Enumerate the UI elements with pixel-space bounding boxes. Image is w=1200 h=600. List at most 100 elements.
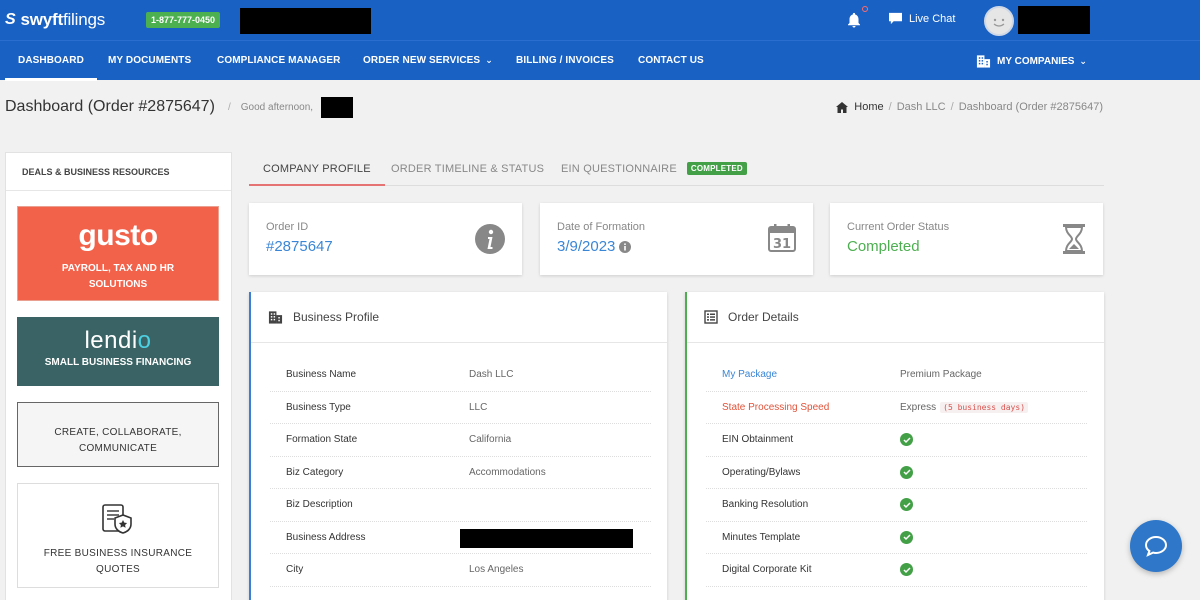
logo-mark: S	[5, 11, 16, 28]
chat-bubble-icon	[889, 12, 902, 25]
check-circle-icon	[900, 530, 913, 544]
swyftfilings-logo[interactable]: S swyft filings	[5, 10, 105, 30]
phone-number-badge[interactable]: 1-877-777-0450	[146, 12, 221, 28]
row-status	[900, 530, 913, 545]
lendio-logo: lendio	[17, 327, 219, 355]
nav-contact-us[interactable]: CONTACT US	[638, 41, 704, 81]
insure-desc-line-1: FREE BUSINESS INSURANCE	[43, 548, 193, 559]
nav-dashboard[interactable]: DASHBOARD	[5, 41, 97, 81]
row-key: Business Type	[286, 401, 351, 413]
support-chat-button[interactable]	[1130, 520, 1182, 572]
svg-text:31: 31	[773, 237, 791, 252]
insurance-document-shield-icon	[18, 503, 218, 540]
live-chat-link[interactable]: Live Chat	[888, 12, 955, 25]
my-companies-dropdown[interactable]: MY COMPANIES ⌄	[976, 41, 1087, 81]
notification-bell-icon[interactable]	[845, 11, 863, 29]
breadcrumb-separator: /	[888, 101, 892, 113]
tab-order-timeline[interactable]: ORDER TIMELINE & STATUS	[391, 152, 544, 186]
gusto-promo-card[interactable]: gusto PAYROLL, TAX AND HR SOLUTIONS	[17, 206, 219, 301]
sidebar-title: DEALS & BUSINESS RESOURCES	[6, 153, 231, 191]
processing-speed-value: Express (5 business days)	[900, 401, 1029, 413]
order-details-header: Order Details	[687, 292, 1104, 343]
row-key: Business Name	[286, 369, 357, 381]
table-row: EIN Obtainment	[706, 424, 1087, 457]
building-icon	[976, 55, 991, 68]
breadcrumb-home[interactable]: Home	[854, 101, 883, 113]
table-row: Business Address	[270, 522, 651, 554]
order-status-value: Completed	[847, 238, 920, 255]
row-value: Los Angeles	[469, 564, 524, 576]
breadcrumb-company[interactable]: Dash LLC	[897, 101, 946, 113]
completed-badge: COMPLETED	[686, 162, 747, 175]
table-row: My Package Premium Package	[706, 359, 1087, 392]
row-key: EIN Obtainment	[722, 434, 794, 446]
row-value: LLC	[469, 401, 488, 413]
info-small-icon[interactable]	[619, 240, 632, 253]
main-nav: DASHBOARD MY DOCUMENTS COMPLIANCE MANAGE…	[0, 40, 1200, 81]
check-circle-icon	[900, 563, 913, 576]
table-row: State Processing Speed Express (5 busines…	[706, 392, 1087, 424]
my-package-link[interactable]: My Package	[722, 369, 777, 380]
greeting-text: Good afternoon,	[240, 102, 314, 113]
table-row: Biz Description	[270, 489, 651, 522]
face-icon	[993, 18, 1005, 27]
order-status-card: Current Order Status Completed	[830, 203, 1103, 275]
row-key: Operating/Bylaws	[722, 466, 801, 478]
order-id-value: #2875647	[266, 238, 333, 255]
formation-date-text: 3/9/2023	[557, 238, 616, 255]
chevron-down-icon: ⌄	[485, 55, 493, 65]
order-id-card: Order ID #2875647	[249, 203, 522, 275]
table-row: Formation State California	[270, 424, 651, 457]
row-key: Banking Resolution	[722, 499, 809, 511]
dashboard-tabs: COMPANY PROFILE ORDER TIMELINE & STATUS …	[249, 152, 1104, 186]
tab-company-profile[interactable]: COMPANY PROFILE	[249, 152, 385, 186]
table-row: Business Type LLC	[270, 392, 651, 424]
order-details-panel: Order Details My Package Premium Package…	[685, 292, 1104, 600]
row-value: Accommodations	[469, 466, 546, 478]
nav-order-new-services-label: ORDER NEW SERVICES	[363, 55, 481, 66]
redacted-block	[1018, 6, 1090, 34]
table-row: Business Name Dash LLC	[270, 359, 651, 392]
list-document-icon	[704, 310, 718, 324]
breadcrumb-current: Dashboard (Order #2875647)	[958, 101, 1103, 113]
home-icon	[836, 101, 849, 113]
row-key: Biz Description	[286, 499, 353, 511]
nav-billing-invoices[interactable]: BILLING / INVOICES	[516, 41, 614, 81]
business-days-badge: (5 business days)	[940, 401, 1029, 413]
table-row: Digital Corporate Kit	[706, 554, 1087, 587]
order-id-label: Order ID	[266, 221, 309, 233]
logo-text-filings: filings	[62, 10, 106, 29]
check-circle-icon	[900, 433, 913, 446]
table-row: Biz Category Accommodations	[270, 457, 651, 489]
nav-order-new-services[interactable]: ORDER NEW SERVICES ⌄	[363, 41, 493, 81]
processing-speed-label: State Processing Speed	[722, 401, 830, 413]
row-status	[900, 465, 913, 480]
collab-desc-line-2: COMMUNICATE	[78, 443, 158, 454]
business-profile-panel: Business Profile Business Name Dash LLC …	[249, 292, 667, 600]
tab-ein-questionnaire[interactable]: EIN QUESTIONNAIRE COMPLETED	[561, 152, 747, 186]
insurance-promo-card[interactable]: FREE BUSINESS INSURANCE QUOTES	[17, 483, 219, 588]
lendio-promo-card[interactable]: lendio SMALL BUSINESS FINANCING	[17, 317, 219, 386]
info-icon[interactable]	[474, 223, 506, 255]
row-key: Digital Corporate Kit	[722, 564, 812, 576]
formation-date-label: Date of Formation	[557, 221, 646, 233]
page-title: Dashboard (Order #2875647)	[5, 98, 215, 115]
formation-date-card: Date of Formation 3/9/2023 31	[540, 203, 813, 275]
collaborate-promo-card[interactable]: CREATE, COLLABORATE, COMMUNICATE	[17, 402, 219, 467]
deals-sidebar: DEALS & BUSINESS RESOURCES gusto PAYROLL…	[5, 152, 232, 600]
insurance-desc: FREE BUSINESS INSURANCE QUOTES	[18, 546, 218, 578]
live-chat-label: Live Chat	[909, 12, 956, 25]
table-row: Banking Resolution	[706, 489, 1087, 522]
check-circle-icon	[900, 465, 913, 479]
chat-icon	[1144, 535, 1168, 557]
redacted-block	[321, 97, 353, 118]
nav-compliance-manager[interactable]: COMPLIANCE MANAGER	[217, 41, 340, 81]
my-companies-label: MY COMPANIES	[997, 55, 1075, 67]
nav-my-documents[interactable]: MY DOCUMENTS	[108, 41, 191, 81]
user-avatar[interactable]	[984, 6, 1014, 36]
chevron-down-icon: ⌄	[1079, 55, 1087, 66]
row-status	[900, 563, 913, 577]
speed-text: Express	[900, 401, 937, 413]
order-details-rows: My Package Premium Package State Process…	[706, 359, 1087, 587]
business-profile-header: Business Profile	[251, 292, 667, 343]
